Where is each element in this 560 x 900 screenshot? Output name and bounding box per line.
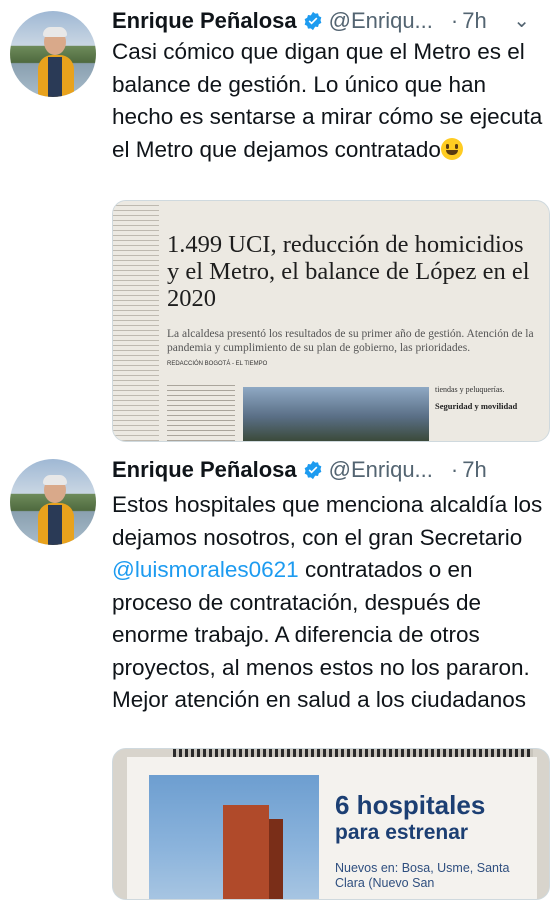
author-handle[interactable]: @Enriqu... <box>329 8 433 34</box>
newspaper-subhead: La alcaldesa presentó los resultados de … <box>167 328 534 354</box>
avatar[interactable] <box>10 459 96 545</box>
chevron-down-icon[interactable]: ⌄ <box>513 8 530 33</box>
tweet-time[interactable]: 7h <box>462 8 486 34</box>
author-handle[interactable]: @Enriqu... <box>329 457 433 483</box>
hospital-subtitle: para estrenar <box>335 821 469 844</box>
tweet-text: Estos hospitales que menciona alcaldía l… <box>112 489 552 717</box>
tweet-text: Casi cómico que digan que el Metro es el… <box>112 36 552 166</box>
separator-dot: · <box>450 8 459 33</box>
tweet[interactable]: Enrique Peñalosa @Enriqu... · 7h Estos h… <box>0 445 560 900</box>
grinning-face-emoji <box>440 137 463 160</box>
newspaper-credit: REDACCIÓN BOGOTÁ - EL TIEMPO <box>167 361 268 367</box>
tweet-image-newspaper[interactable]: 1.499 UCI, reducción de homicidios y el … <box>112 200 550 442</box>
author-name[interactable]: Enrique Peñalosa <box>112 457 297 483</box>
tweet-image-hospitals[interactable]: 6 hospitales para estrenar Nuevos en: Bo… <box>112 748 550 900</box>
author-name[interactable]: Enrique Peñalosa <box>112 8 297 34</box>
newspaper-right-text: tiendas y peluquerías. <box>435 385 505 394</box>
newspaper-right-heading: Seguridad y movilidad <box>435 401 518 411</box>
tweet-header: Enrique Peñalosa @Enriqu... · 7h <box>112 4 487 38</box>
newspaper-photo <box>243 387 429 441</box>
image-top-strip <box>173 749 533 757</box>
avatar[interactable] <box>10 11 96 97</box>
tweet-time[interactable]: 7h <box>462 457 486 483</box>
hospital-building <box>223 805 269 899</box>
tweet-text-body: Casi cómico que digan que el Metro es el… <box>112 39 543 162</box>
hospital-small-text: Nuevos en: Bosa, Usme, Santa Clara (Nuev… <box>335 861 510 890</box>
tweet-text-before: Estos hospitales que menciona alcaldía l… <box>112 492 543 550</box>
hospital-building-shadow <box>269 819 283 899</box>
tweet[interactable]: Enrique Peñalosa @Enriqu... · 7h ⌄ Casi … <box>0 0 560 445</box>
newspaper-headline: 1.499 UCI, reducción de homicidios y el … <box>167 231 530 312</box>
tweet-header: Enrique Peñalosa @Enriqu... · 7h <box>112 453 487 487</box>
mention-link[interactable]: @luismorales0621 <box>112 557 299 582</box>
separator-dot: · <box>450 457 459 482</box>
verified-badge-icon <box>304 460 321 480</box>
newspaper-column <box>167 381 235 441</box>
hospital-title: 6 hospitales <box>335 790 486 820</box>
verified-badge-icon <box>304 11 321 31</box>
newspaper-side-column <box>113 201 159 441</box>
